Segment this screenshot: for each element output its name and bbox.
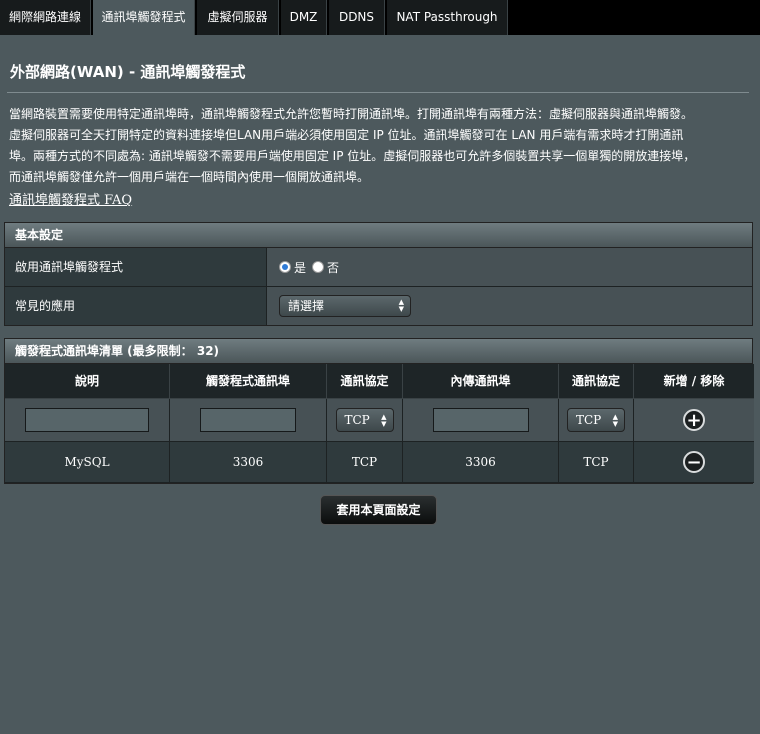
- col-header-add-remove: 新增 / 移除: [634, 364, 754, 399]
- col-header-incoming-protocol: 通訊協定: [559, 364, 634, 399]
- plus-circle-icon[interactable]: +: [683, 409, 705, 431]
- minus-circle-icon[interactable]: −: [683, 451, 705, 473]
- trigger-list-section: 觸發程式通訊埠清單 (最多限制： 32) 說明 觸發程式通訊埠 通訊協定 內傳通…: [4, 338, 754, 484]
- page-title: 外部網路(WAN) - 通訊埠觸發程式: [10, 63, 246, 81]
- new-trigger-protocol-cell: TCP ▲ ▼: [327, 399, 403, 442]
- up-down-arrows-icon: ▲ ▼: [398, 298, 404, 313]
- description-line: 而通訊埠觸發僅允許一個用戶端在一個時間內使用一個開放通訊埠。: [9, 170, 370, 184]
- description-line: 當網路裝置需要使用特定通訊埠時，通訊埠觸發程式允許您暫時打開通訊埠。打開通訊埠有…: [9, 107, 694, 121]
- up-down-arrows-icon: ▲ ▼: [612, 413, 618, 428]
- up-down-arrows-icon: ▲ ▼: [381, 413, 387, 428]
- new-description-cell: [5, 399, 170, 442]
- basic-settings-header: 基本設定: [5, 223, 752, 248]
- trigger-table: 說明 觸發程式通訊埠 通訊協定 內傳通訊埠 通訊協定 新增 / 移除 TCP ▲…: [5, 364, 754, 483]
- enable-label: 啟用通訊埠觸發程式: [5, 248, 267, 286]
- tab-internet-connection[interactable]: 網際網路連線: [0, 0, 91, 35]
- new-trigger-protocol-value: TCP: [344, 413, 370, 427]
- remove-cell: −: [634, 442, 754, 483]
- row-description: MySQL: [5, 442, 170, 483]
- tab-bar: 網際網路連線 通訊埠觸發程式 虛擬伺服器 DMZ DDNS NAT Passth…: [0, 0, 760, 35]
- col-header-trigger-port: 觸發程式通訊埠: [170, 364, 327, 399]
- common-app-cell: 請選擇 ▲ ▼: [267, 287, 752, 325]
- tab-port-trigger[interactable]: 通訊埠觸發程式: [93, 0, 195, 35]
- title-divider: [7, 92, 749, 93]
- add-cell: +: [634, 399, 754, 442]
- new-trigger-protocol-select[interactable]: TCP ▲ ▼: [335, 408, 394, 432]
- tab-dmz[interactable]: DMZ: [281, 0, 327, 35]
- common-app-label: 常見的應用: [5, 287, 267, 325]
- new-trigger-port-cell: [170, 399, 327, 442]
- new-description-input[interactable]: [25, 408, 149, 432]
- trigger-list-header: 觸發程式通訊埠清單 (最多限制： 32): [5, 339, 752, 364]
- new-incoming-protocol-cell: TCP ▲ ▼: [559, 399, 634, 442]
- enable-no-radio[interactable]: [312, 261, 325, 273]
- basic-settings-section: 基本設定 啟用通訊埠觸發程式 是 否 常見的應用 請選擇 ▲ ▼: [4, 222, 753, 326]
- row-incoming-protocol: TCP: [559, 442, 634, 483]
- common-app-row: 常見的應用 請選擇 ▲ ▼: [5, 287, 752, 325]
- enable-options: 是 否: [267, 248, 752, 286]
- enable-yes-radio[interactable]: [279, 261, 291, 273]
- row-trigger-protocol: TCP: [327, 442, 403, 483]
- col-header-incoming-port: 內傳通訊埠: [403, 364, 559, 399]
- enable-yes-label: 是: [294, 260, 307, 275]
- description-line: 虛擬伺服器可全天打開特定的資料連接埠但LAN用戶端必須使用固定 IP 位址。通訊…: [9, 128, 684, 142]
- new-incoming-protocol-select[interactable]: TCP ▲ ▼: [567, 408, 625, 432]
- description: 當網路裝置需要使用特定通訊埠時，通訊埠觸發程式允許您暫時打開通訊埠。打開通訊埠有…: [9, 104, 755, 188]
- common-app-value: 請選擇: [288, 299, 325, 313]
- tab-ddns[interactable]: DDNS: [329, 0, 385, 35]
- new-incoming-protocol-value: TCP: [576, 413, 602, 427]
- enable-no-label: 否: [327, 260, 340, 275]
- new-incoming-port-cell: [403, 399, 559, 442]
- tab-virtual-server[interactable]: 虛擬伺服器: [197, 0, 279, 35]
- description-line: 埠。兩種方式的不同處為: 通訊埠觸發不需要用戶端使用固定 IP 位址。虛擬伺服器…: [9, 149, 696, 163]
- new-incoming-port-input[interactable]: [432, 408, 529, 432]
- row-incoming-port: 3306: [403, 442, 559, 483]
- row-trigger-port: 3306: [170, 442, 327, 483]
- common-app-select[interactable]: 請選擇 ▲ ▼: [279, 295, 411, 317]
- col-header-trigger-protocol: 通訊協定: [327, 364, 403, 399]
- faq-link[interactable]: 通訊埠觸發程式 FAQ: [9, 189, 132, 208]
- new-trigger-port-input[interactable]: [200, 408, 296, 432]
- col-header-description: 說明: [5, 364, 170, 399]
- tab-nat-passthrough[interactable]: NAT Passthrough: [387, 0, 508, 35]
- enable-row: 啟用通訊埠觸發程式 是 否: [5, 248, 752, 287]
- apply-button[interactable]: 套用本頁面設定: [320, 495, 437, 525]
